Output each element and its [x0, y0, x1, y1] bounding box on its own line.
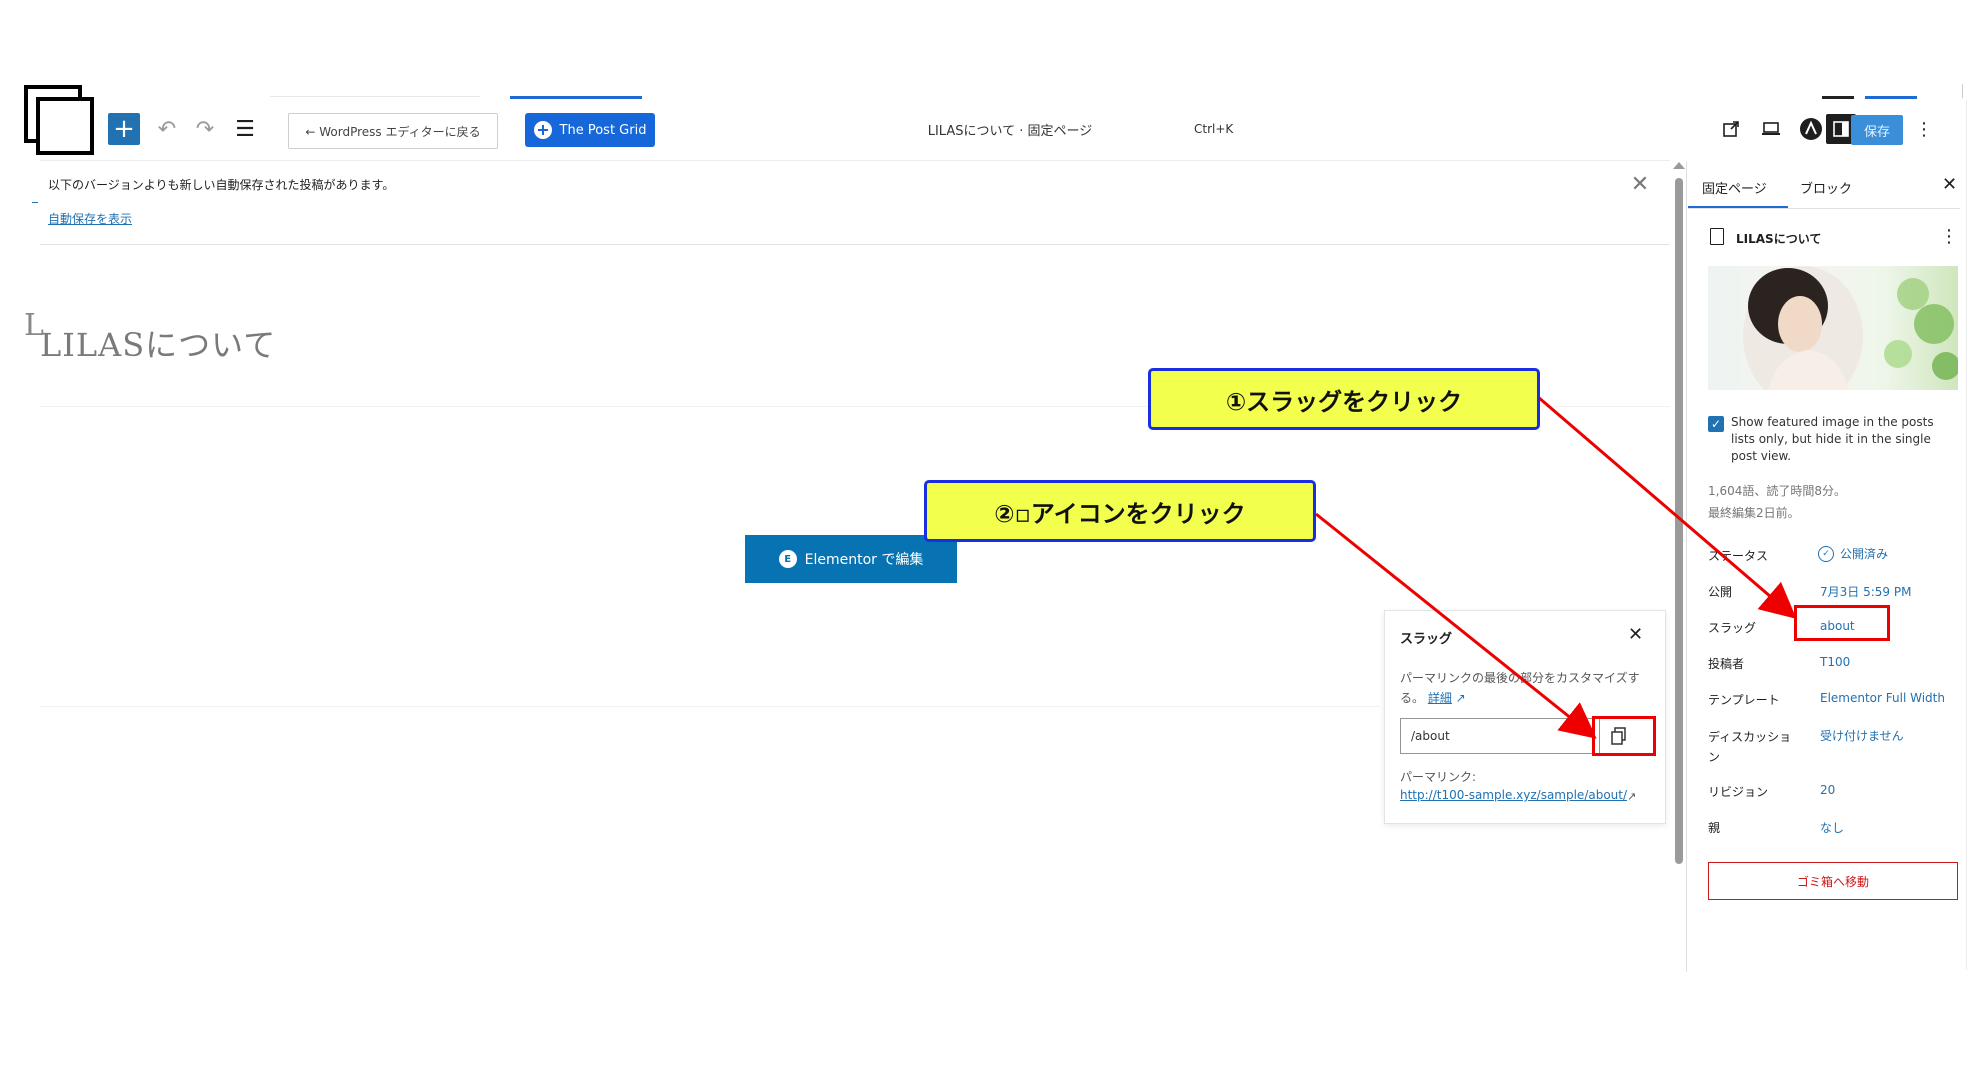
- callout-click-slug: ①スラッグをクリック: [1148, 368, 1540, 430]
- callout-click-copy-icon: ②▫アイコンをクリック: [924, 480, 1316, 542]
